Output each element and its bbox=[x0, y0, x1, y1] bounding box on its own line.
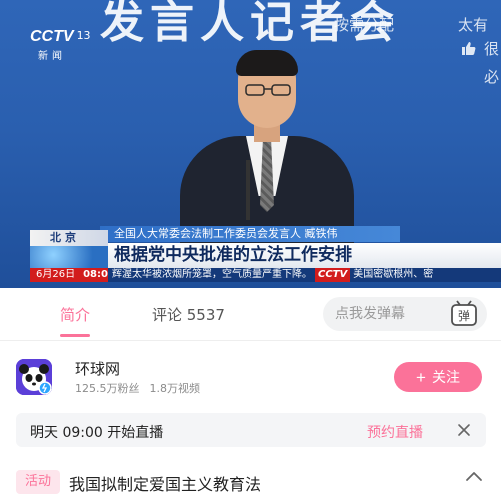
reserve-live-button[interactable]: 预约直播 bbox=[367, 422, 423, 442]
divider bbox=[0, 340, 501, 341]
channel-avatar[interactable] bbox=[16, 359, 52, 395]
danmaku-toggle-icon[interactable]: 弹 bbox=[445, 299, 483, 329]
tab-intro[interactable]: 简介 bbox=[60, 304, 90, 325]
news-caption: 全国人大常委会法制工作委员会发言人 臧铁伟 北京 根据党中央批准的立法工作安排 … bbox=[30, 226, 501, 288]
chevron-up-icon[interactable] bbox=[464, 469, 484, 483]
logo-channel: 13 bbox=[76, 29, 91, 42]
caption-datetime: 6月26日 08:05 bbox=[30, 268, 115, 282]
activity-tag: 活动 bbox=[16, 470, 61, 494]
logo-subtitle: 新闻 bbox=[38, 51, 66, 62]
plus-icon: + bbox=[416, 368, 426, 387]
danmaku-button-label: 弹 bbox=[458, 309, 470, 323]
ticker-text: 辉渥太华被浓烟所笼罩，空气质量严重下降。 bbox=[112, 269, 312, 280]
ticker-text: 美国密歇根州、密 bbox=[353, 269, 434, 280]
follow-button[interactable]: + 关注 bbox=[394, 362, 482, 392]
ticker-logo: CCTV bbox=[315, 268, 351, 282]
caption-date: 6月26日 bbox=[36, 269, 76, 280]
cctv13-logo: CCTV 13 新闻 bbox=[30, 26, 100, 62]
caption-headline: 根据党中央批准的立法工作安排 bbox=[108, 243, 501, 268]
danmaku-input-box: 弹 bbox=[323, 297, 487, 331]
speaker-figure bbox=[180, 50, 354, 246]
caption-speaker-line: 全国人大常委会法制工作委员会发言人 臧铁伟 bbox=[100, 226, 400, 242]
news-ticker: 辉渥太华被浓烟所笼罩，空气质量严重下降。 CCTV 美国密歇根州、密 bbox=[108, 268, 501, 282]
danmaku-comment: 太有 bbox=[458, 16, 489, 34]
danmaku-comment: 必 bbox=[484, 68, 500, 86]
tab-comments[interactable]: 评论 5537 bbox=[152, 304, 225, 325]
live-reminder-banner: 明天 09:00 开始直播 预约直播 bbox=[16, 413, 486, 447]
channel-stats: 125.5万粉丝 1.8万视频 bbox=[75, 380, 200, 396]
close-icon[interactable] bbox=[456, 422, 472, 438]
panda-avatar-icon bbox=[16, 359, 52, 395]
globe-graphic bbox=[30, 246, 108, 268]
danmaku-comment: 按需分配 bbox=[334, 16, 395, 34]
logo-name: CCTV bbox=[30, 28, 74, 45]
video-count: 1.8万视频 bbox=[149, 382, 201, 395]
live-start-text: 明天 09:00 开始直播 bbox=[30, 425, 164, 441]
microphone bbox=[246, 160, 250, 220]
follow-label: 关注 bbox=[431, 369, 460, 385]
danmaku-comment: 很 bbox=[484, 40, 500, 58]
activity-title[interactable]: 我国拟制定爱国主义教育法 bbox=[69, 471, 261, 495]
active-tab-indicator bbox=[60, 334, 90, 337]
caption-location: 北京 bbox=[30, 230, 108, 246]
danmaku-input[interactable] bbox=[335, 304, 439, 324]
follower-count: 125.5万粉丝 bbox=[75, 382, 140, 395]
channel-name[interactable]: 环球网 bbox=[75, 358, 120, 379]
thumbs-up-icon bbox=[462, 42, 476, 55]
video-player[interactable]: 发言人记者会 CCTV 13 新闻 按需分配 太有 很 必 全国人大常委会法制工作… bbox=[0, 0, 501, 288]
